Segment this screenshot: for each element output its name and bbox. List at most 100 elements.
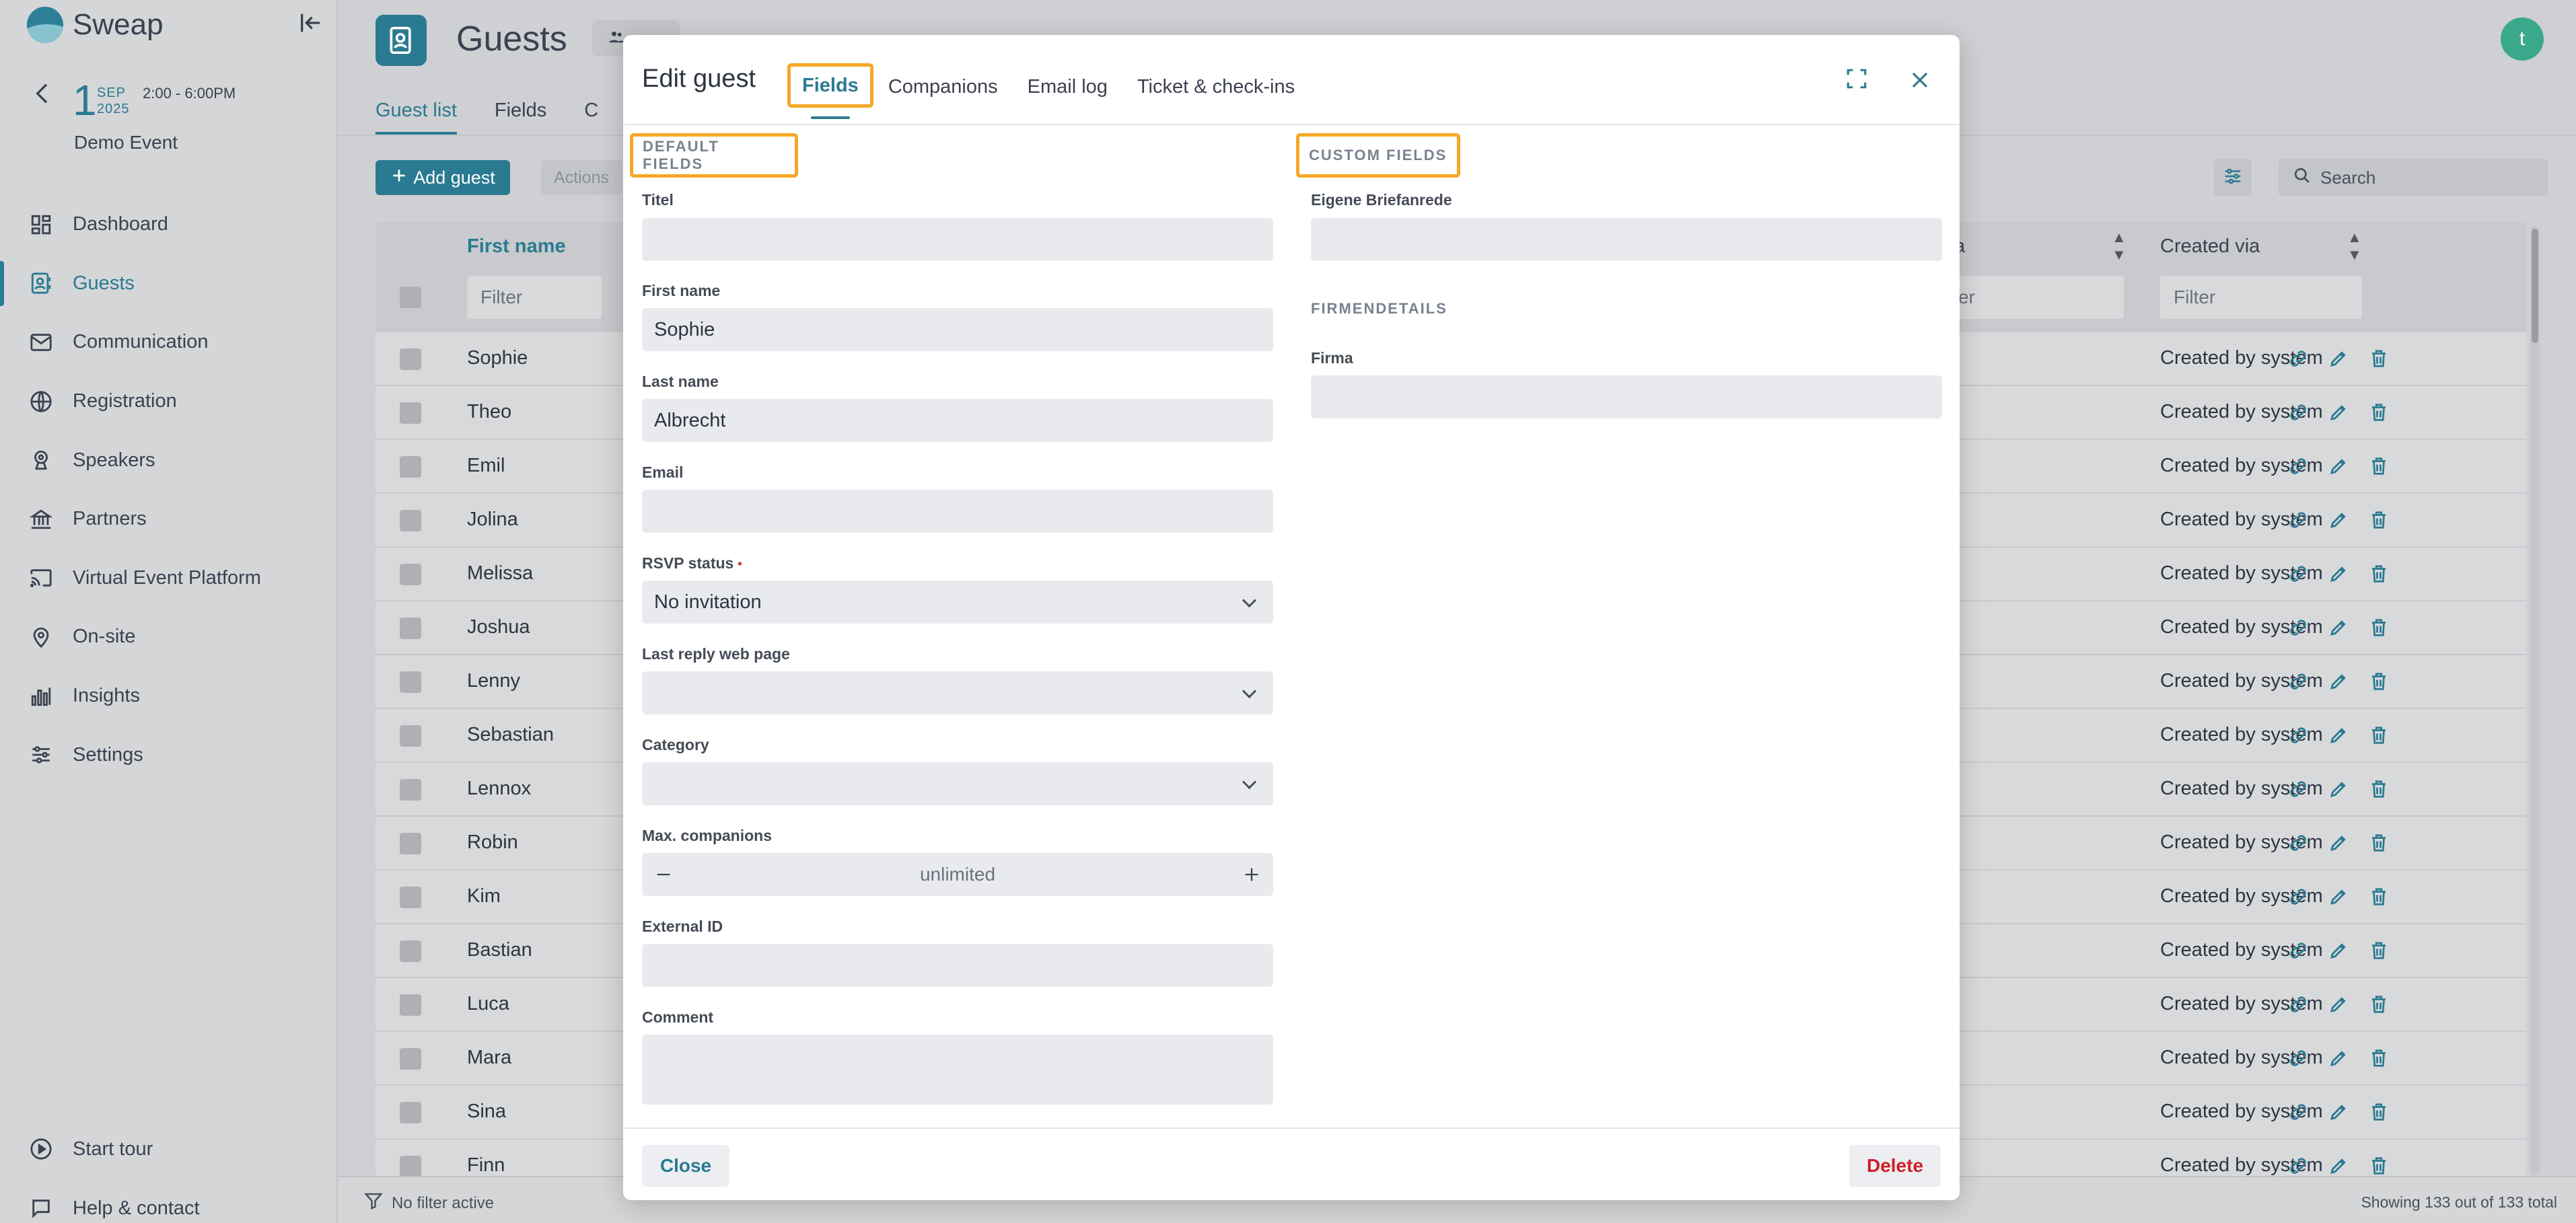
- trash-icon[interactable]: [2366, 1045, 2392, 1071]
- link-icon[interactable]: [2285, 776, 2311, 802]
- column-settings-button[interactable]: [2214, 159, 2252, 196]
- trash-icon[interactable]: [2366, 346, 2392, 371]
- increment-button[interactable]: [1230, 853, 1273, 896]
- tab-fields[interactable]: Fields: [495, 100, 546, 122]
- trash-icon[interactable]: [2366, 830, 2392, 856]
- sidebar-item-speakers[interactable]: Speakers: [0, 431, 336, 490]
- row-checkbox[interactable]: [400, 564, 421, 585]
- titel-input[interactable]: [642, 218, 1273, 261]
- row-checkbox[interactable]: [400, 779, 421, 801]
- link-icon[interactable]: [2285, 669, 2311, 694]
- firma-input[interactable]: [1311, 375, 1942, 418]
- search-input[interactable]: Search: [2279, 159, 2548, 196]
- link-icon[interactable]: [2285, 615, 2311, 640]
- row-checkbox[interactable]: [400, 887, 421, 908]
- first-name-filter[interactable]: Filter: [467, 276, 602, 319]
- add-guest-button[interactable]: Add guest: [375, 160, 510, 195]
- link-icon[interactable]: [2285, 1045, 2311, 1071]
- link-icon[interactable]: [2285, 992, 2311, 1017]
- close-button[interactable]: Close: [642, 1145, 729, 1187]
- trash-icon[interactable]: [2366, 938, 2392, 963]
- user-avatar[interactable]: t: [2501, 17, 2544, 61]
- column-header-created-via[interactable]: Created via: [2160, 235, 2260, 258]
- trash-icon[interactable]: [2366, 561, 2392, 587]
- tab-companions[interactable]: Companions: [873, 67, 1013, 106]
- table-scrollbar[interactable]: [2530, 226, 2540, 1175]
- link-icon[interactable]: [2285, 830, 2311, 856]
- decrement-button[interactable]: [642, 853, 685, 896]
- trash-icon[interactable]: [2366, 992, 2392, 1017]
- row-checkbox[interactable]: [400, 940, 421, 962]
- link-icon[interactable]: [2285, 561, 2311, 587]
- link-icon[interactable]: [2285, 938, 2311, 963]
- link-icon[interactable]: [2285, 884, 2311, 910]
- link-icon[interactable]: [2285, 507, 2311, 533]
- sidebar-item-registration[interactable]: Registration: [0, 372, 336, 431]
- edit-pencil-icon[interactable]: [2326, 938, 2351, 963]
- trash-icon[interactable]: [2366, 884, 2392, 910]
- eigene-briefanrede-input[interactable]: [1311, 218, 1942, 261]
- tab-ticket-check-ins[interactable]: Ticket & check-ins: [1122, 67, 1310, 106]
- sidebar-item-partners[interactable]: Partners: [0, 490, 336, 549]
- row-checkbox[interactable]: [400, 1102, 421, 1123]
- edit-pencil-icon[interactable]: [2326, 400, 2351, 425]
- sort-icon[interactable]: ▲ ▼: [2347, 229, 2362, 264]
- back-arrow-icon[interactable]: [30, 78, 57, 114]
- row-checkbox[interactable]: [400, 618, 421, 639]
- created-via-filter[interactable]: Filter: [2160, 276, 2362, 319]
- edit-pencil-icon[interactable]: [2326, 884, 2351, 910]
- tab-email-log[interactable]: Email log: [1013, 67, 1122, 106]
- sort-icon[interactable]: ▲ ▼: [2112, 229, 2126, 264]
- row-checkbox[interactable]: [400, 725, 421, 747]
- trash-icon[interactable]: [2366, 776, 2392, 802]
- select-all-checkbox[interactable]: [400, 287, 421, 308]
- tab-guest-list[interactable]: Guest list: [375, 100, 457, 135]
- expand-icon[interactable]: [1841, 63, 1872, 94]
- filter-status[interactable]: No filter active: [363, 1191, 494, 1216]
- row-checkbox[interactable]: [400, 994, 421, 1016]
- sidebar-item-dashboard[interactable]: Dashboard: [0, 195, 336, 254]
- edit-pencil-icon[interactable]: [2326, 453, 2351, 479]
- trash-icon[interactable]: [2366, 669, 2392, 694]
- partial-column-filter[interactable]: er: [1954, 276, 2124, 319]
- link-icon[interactable]: [2285, 722, 2311, 748]
- edit-pencil-icon[interactable]: [2326, 669, 2351, 694]
- trash-icon[interactable]: [2366, 722, 2392, 748]
- trash-icon[interactable]: [2366, 615, 2392, 640]
- edit-pencil-icon[interactable]: [2326, 1099, 2351, 1125]
- close-icon[interactable]: [1904, 65, 1935, 96]
- row-checkbox[interactable]: [400, 671, 421, 693]
- app-logo[interactable]: Sweap: [27, 7, 164, 43]
- row-checkbox[interactable]: [400, 1156, 421, 1177]
- collapse-sidebar-icon[interactable]: [297, 9, 324, 43]
- tab-partial[interactable]: C: [584, 100, 598, 122]
- delete-button[interactable]: Delete: [1849, 1145, 1941, 1187]
- edit-pencil-icon[interactable]: [2326, 561, 2351, 587]
- link-icon[interactable]: [2285, 1099, 2311, 1125]
- sidebar-item-guests[interactable]: Guests: [0, 254, 336, 313]
- trash-icon[interactable]: [2366, 1153, 2392, 1177]
- last-name-input[interactable]: Albrecht: [642, 399, 1273, 442]
- trash-icon[interactable]: [2366, 400, 2392, 425]
- comment-textarea[interactable]: [642, 1035, 1273, 1105]
- edit-pencil-icon[interactable]: [2326, 830, 2351, 856]
- sidebar-item-start-tour[interactable]: Start tour: [0, 1119, 336, 1179]
- edit-pencil-icon[interactable]: [2326, 346, 2351, 371]
- tab-fields[interactable]: Fields: [787, 63, 873, 119]
- edit-pencil-icon[interactable]: [2326, 776, 2351, 802]
- trash-icon[interactable]: [2366, 507, 2392, 533]
- row-checkbox[interactable]: [400, 1048, 421, 1070]
- link-icon[interactable]: [2285, 1153, 2311, 1177]
- edit-pencil-icon[interactable]: [2326, 1045, 2351, 1071]
- row-checkbox[interactable]: [400, 833, 421, 854]
- row-checkbox[interactable]: [400, 510, 421, 531]
- edit-pencil-icon[interactable]: [2326, 992, 2351, 1017]
- sidebar-item-help-contact[interactable]: Help & contact: [0, 1179, 336, 1223]
- category-select[interactable]: [642, 762, 1273, 805]
- link-icon[interactable]: [2285, 453, 2311, 479]
- external-id-input[interactable]: [642, 944, 1273, 987]
- trash-icon[interactable]: [2366, 1099, 2392, 1125]
- rsvp-status-select[interactable]: No invitation: [642, 581, 1273, 624]
- max-companions-value[interactable]: unlimited: [920, 864, 995, 885]
- email-input[interactable]: [642, 490, 1273, 533]
